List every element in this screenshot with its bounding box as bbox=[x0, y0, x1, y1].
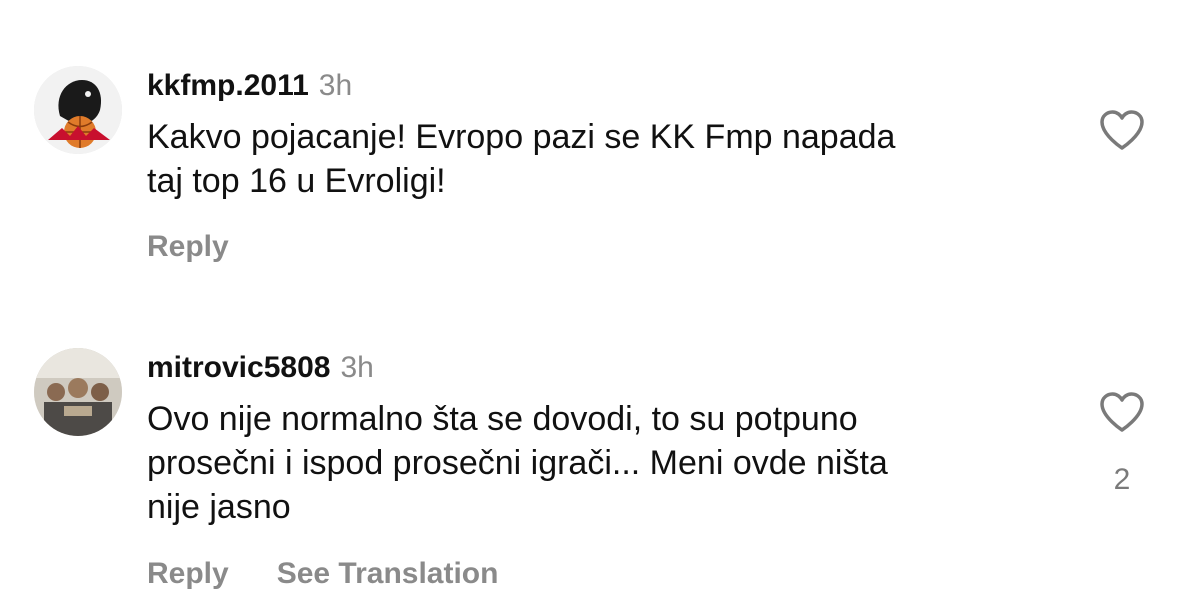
comment-text-line: nije jasno bbox=[147, 488, 291, 526]
see-translation-button[interactable]: See Translation bbox=[277, 557, 499, 590]
reply-button[interactable]: Reply bbox=[147, 557, 229, 590]
comment-header: mitrovic5808 3h bbox=[147, 350, 374, 386]
timestamp: 3h bbox=[340, 351, 374, 384]
reply-button[interactable]: Reply bbox=[147, 230, 229, 263]
like-button[interactable] bbox=[1098, 390, 1146, 434]
username-link[interactable]: kkfmp.2011 bbox=[147, 69, 309, 102]
comment-text-line: Ovo nije normalno šta se dovodi, to su p… bbox=[147, 400, 858, 438]
comment-text-line: prosečni i ispod prosečni igrači... Meni… bbox=[147, 444, 888, 482]
comment-text: Kakvo pojacanje! Evropo pazi se KK Fmp n… bbox=[147, 115, 1047, 203]
heart-outline-icon bbox=[1100, 110, 1144, 150]
avatar[interactable] bbox=[34, 66, 122, 154]
comment-text: Ovo nije normalno šta se dovodi, to su p… bbox=[147, 397, 1047, 529]
avatar[interactable] bbox=[34, 348, 122, 436]
comment-text-line: Kakvo pojacanje! Evropo pazi se KK Fmp n… bbox=[147, 118, 896, 156]
like-button[interactable] bbox=[1098, 108, 1146, 152]
comment-header: kkfmp.2011 3h bbox=[147, 68, 352, 104]
username-link[interactable]: mitrovic5808 bbox=[147, 351, 330, 384]
timestamp: 3h bbox=[318, 69, 353, 102]
heart-outline-icon bbox=[1100, 392, 1144, 432]
comment-actions: Reply bbox=[147, 229, 229, 265]
comment-text-line: taj top 16 u Evroligi! bbox=[147, 162, 446, 200]
comment-actions: Reply See Translation bbox=[147, 556, 498, 592]
like-count: 2 bbox=[1113, 463, 1131, 496]
user-photo-icon bbox=[34, 348, 122, 436]
club-logo-icon bbox=[34, 66, 122, 154]
